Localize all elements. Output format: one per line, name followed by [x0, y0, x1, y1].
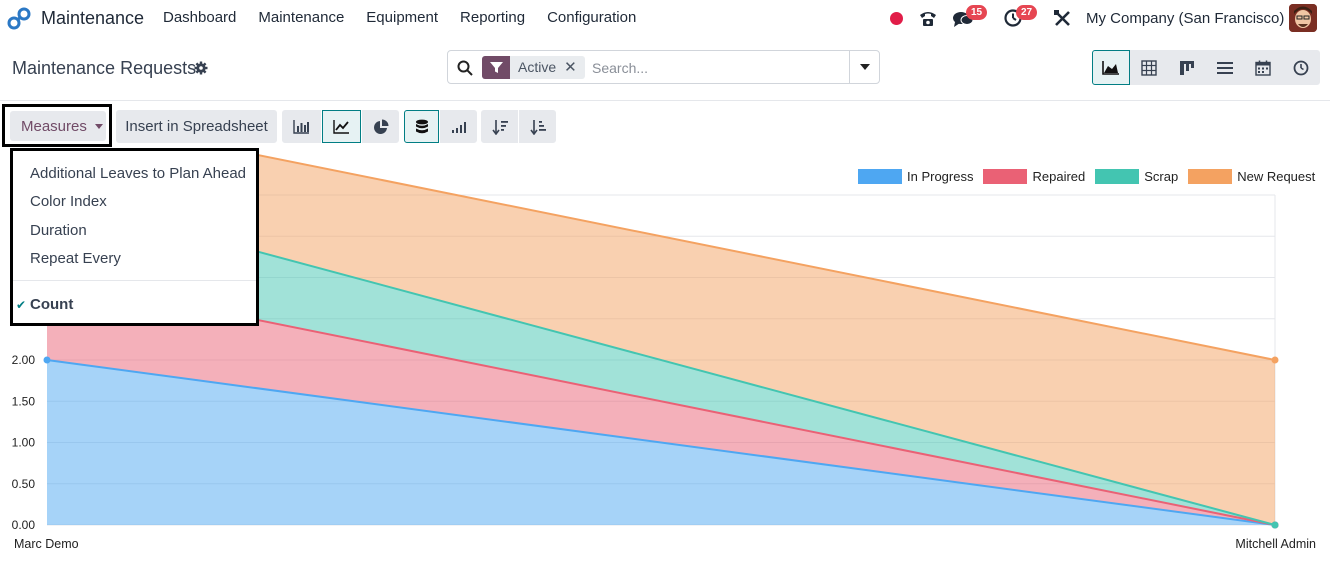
view-switcher — [1092, 50, 1320, 85]
menu-equipment[interactable]: Equipment — [355, 9, 449, 26]
search-input[interactable] — [590, 58, 840, 78]
app-name[interactable]: Maintenance — [41, 8, 144, 29]
legend-item-scrap[interactable]: Scrap — [1095, 169, 1178, 184]
bar-chart-button[interactable] — [282, 110, 321, 143]
line-chart-icon — [333, 119, 349, 134]
checkmark-icon: ✔ — [16, 298, 27, 312]
phone-icon[interactable] — [918, 8, 938, 28]
pie-chart-icon — [373, 119, 388, 134]
filter-icon — [482, 56, 510, 79]
legend-swatch — [1095, 169, 1140, 184]
menu-configuration[interactable]: Configuration — [536, 9, 647, 26]
list-icon — [1217, 61, 1233, 74]
y-tick-label: 0.00 — [12, 518, 36, 532]
database-stack-icon — [415, 119, 428, 133]
measure-option-color-index[interactable]: Color Index — [30, 193, 107, 210]
search-icon[interactable] — [457, 60, 473, 76]
legend-swatch — [858, 169, 902, 184]
avatar-face-icon — [1289, 4, 1317, 32]
legend-item-in-progress[interactable]: In Progress — [858, 169, 973, 184]
legend-label: In Progress — [907, 169, 974, 184]
menu-dashboard[interactable]: Dashboard — [152, 9, 247, 26]
facet-label: Active — [518, 59, 557, 75]
sort-ascending-button[interactable] — [519, 110, 556, 143]
kanban-icon — [1180, 60, 1194, 75]
measure-option-additional-leaves[interactable]: Additional Leaves to Plan Ahead — [30, 165, 246, 182]
filter-facet: Active ✕ — [482, 56, 585, 79]
insert-in-spreadsheet-button[interactable]: Insert in Spreadsheet — [116, 110, 277, 143]
x-tick-label: Mitchell Admin — [1235, 537, 1316, 551]
sort-descending-button[interactable] — [481, 110, 518, 143]
legend-label: New Request — [1237, 169, 1316, 184]
measures-button[interactable]: Measures — [10, 111, 106, 141]
messages-badge: 15 — [966, 5, 988, 20]
legend-label: Scrap — [1144, 169, 1179, 184]
header-divider — [0, 100, 1330, 101]
kanban-view-button[interactable] — [1168, 50, 1206, 85]
y-tick-label: 1.00 — [12, 436, 36, 450]
point-new-request — [1271, 356, 1279, 364]
y-tick-label: 0.50 — [12, 477, 36, 491]
stacked-button[interactable] — [404, 110, 439, 143]
legend-label: Repaired — [1032, 169, 1086, 184]
measures-label: Measures — [21, 117, 87, 135]
line-chart-button[interactable] — [322, 110, 361, 143]
clock-icon — [1293, 60, 1309, 75]
sort-ascending-icon — [529, 119, 546, 135]
legend-swatch — [1188, 169, 1233, 184]
user-avatar[interactable] — [1289, 4, 1317, 32]
y-tick-label: 2.00 — [12, 353, 36, 367]
measure-option-repeat-every[interactable]: Repeat Every — [30, 250, 121, 267]
signal-bars-icon — [451, 121, 466, 133]
y-tick-label: 1.50 — [12, 394, 36, 408]
measure-option-count[interactable]: Count — [30, 296, 73, 313]
bar-chart-icon — [293, 119, 309, 134]
cumulative-button[interactable] — [440, 110, 477, 143]
chart-legend: In Progress Repaired Scrap New Request — [858, 169, 1325, 184]
page-title: Maintenance Requests — [12, 58, 197, 78]
menu-reporting[interactable]: Reporting — [449, 9, 536, 26]
search-bar: Active ✕ — [447, 50, 880, 84]
point-scrap — [1271, 521, 1279, 529]
sort-descending-icon — [491, 119, 508, 135]
area-chart-icon — [1102, 60, 1119, 75]
legend-swatch — [983, 169, 1028, 184]
graph-view-button[interactable] — [1092, 50, 1130, 85]
record-icon[interactable] — [890, 12, 903, 25]
caret-down-icon — [94, 123, 103, 129]
pivot-view-button[interactable] — [1130, 50, 1168, 85]
pivot-table-icon — [1141, 59, 1157, 76]
measures-highlight: Measures — [2, 104, 112, 147]
main-menu: Dashboard Maintenance Equipment Reportin… — [152, 9, 647, 26]
maintenance-app-icon[interactable] — [7, 7, 31, 31]
search-options-toggle[interactable] — [849, 51, 879, 83]
measures-dropdown: Additional Leaves to Plan Ahead Color In… — [10, 148, 259, 326]
measure-option-duration[interactable]: Duration — [30, 222, 87, 239]
legend-item-new-request[interactable]: New Request — [1188, 169, 1315, 184]
calendar-view-button[interactable] — [1244, 50, 1282, 85]
calendar-icon — [1255, 60, 1271, 76]
debug-tools-icon[interactable] — [1053, 9, 1072, 28]
dropdown-separator — [13, 280, 256, 281]
caret-down-icon — [859, 64, 870, 70]
list-view-button[interactable] — [1206, 50, 1244, 85]
activity-view-button[interactable] — [1282, 50, 1320, 85]
menu-maintenance[interactable]: Maintenance — [247, 9, 355, 26]
pie-chart-button[interactable] — [362, 110, 399, 143]
x-tick-label: Marc Demo — [14, 537, 79, 551]
point-in-progress — [43, 356, 51, 364]
company-switcher[interactable]: My Company (San Francisco) — [1086, 10, 1284, 27]
top-navbar: Maintenance Dashboard Maintenance Equipm… — [0, 0, 1330, 37]
gear-icon[interactable] — [194, 61, 208, 75]
activities-badge: 27 — [1016, 5, 1038, 20]
legend-item-repaired[interactable]: Repaired — [983, 169, 1085, 184]
facet-remove-icon[interactable]: ✕ — [562, 56, 585, 79]
